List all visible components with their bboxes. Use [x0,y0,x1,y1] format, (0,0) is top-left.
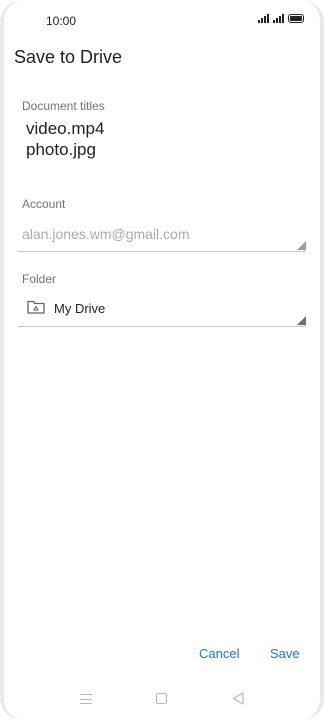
document-titles-label: Document titles [22,99,105,113]
status-time: 10:00 [46,14,77,28]
signal-icon-2 [273,13,284,23]
page-title: Save to Drive [14,47,123,67]
document-title-item[interactable]: photo.jpg [26,139,104,160]
dropdown-arrow-icon [297,316,306,325]
recent-apps-icon[interactable] [80,694,92,704]
navigation-bar [0,690,324,712]
status-bar: 10:00 [0,0,324,36]
account-value: alan.jones.wm@gmail.com [22,226,190,242]
back-icon[interactable] [232,692,244,705]
folder-value: My Drive [54,301,106,316]
battery-icon [288,14,304,23]
signal-icon [258,13,269,23]
folder-dropdown[interactable]: My Drive [18,296,306,327]
save-button[interactable]: Save [270,646,300,661]
folder-label: Folder [22,272,57,286]
home-icon[interactable] [156,693,167,704]
drive-folder-icon [27,300,45,314]
status-icons [258,13,304,23]
account-dropdown[interactable]: alan.jones.wm@gmail.com [18,222,306,252]
document-title-item[interactable]: video.mp4 [26,118,104,139]
cancel-button[interactable]: Cancel [199,646,239,661]
account-label: Account [22,197,66,211]
dropdown-arrow-icon [297,241,306,250]
document-titles-list: video.mp4 photo.jpg [26,118,104,160]
